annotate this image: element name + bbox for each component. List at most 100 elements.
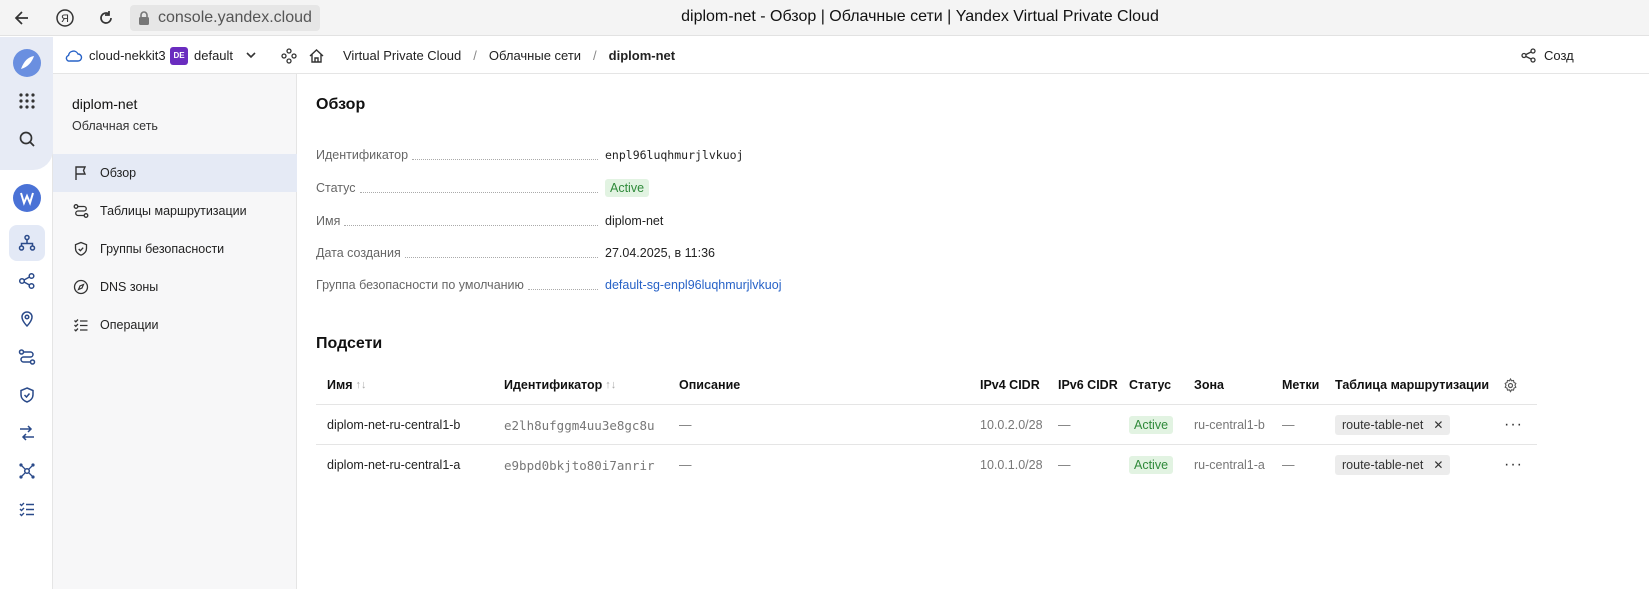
left-rail: [0, 37, 53, 589]
field-value: 27.04.2025, в 11:36: [605, 246, 715, 260]
subnet-ipv4: 10.0.1.0/28: [980, 458, 1043, 472]
field-created: Дата создания 27.04.2025, в 11:36: [316, 243, 1076, 263]
yandex-browser-icon[interactable]: Я: [53, 6, 77, 30]
field-label: Статус: [316, 181, 356, 195]
breadcrumb-separator: /: [473, 48, 477, 63]
column-header-id[interactable]: Идентификатор ↑↓: [504, 376, 616, 394]
subnet-id: e9bpd0bkjto80i7anrir: [504, 457, 655, 473]
search-icon[interactable]: [9, 121, 45, 157]
subnet-description: —: [679, 458, 692, 472]
route-table-chip[interactable]: route-table-net ✕: [1335, 455, 1451, 475]
yandex-cloud-logo-icon[interactable]: [9, 45, 45, 81]
close-icon[interactable]: ✕: [1433, 418, 1443, 432]
services-nodes-icon[interactable]: [281, 37, 297, 74]
share-nodes-icon: [1521, 48, 1536, 63]
status-badge: Active: [605, 179, 650, 197]
security-group-link[interactable]: default-sg-enpl96luqhmurjlvkuoj: [605, 278, 782, 292]
services-grid-icon[interactable]: [9, 83, 45, 119]
cloud-selector[interactable]: cloud-nekkit3: [65, 37, 166, 74]
flag-icon: [72, 164, 90, 182]
column-header-name[interactable]: Имя ↑↓: [327, 376, 367, 394]
column-header-description: Описание: [679, 378, 741, 392]
network-icon[interactable]: [9, 225, 45, 261]
close-icon[interactable]: ✕: [1433, 458, 1443, 472]
arrows-exchange-icon[interactable]: [9, 415, 45, 451]
subnet-zone: ru-central1-b: [1194, 418, 1265, 432]
column-header-ipv6: IPv6 CIDR: [1058, 378, 1118, 392]
cloud-icon: [65, 49, 83, 62]
subnet-ipv6: —: [1058, 458, 1071, 472]
network-title: diplom-net: [72, 96, 138, 112]
reload-icon[interactable]: [94, 6, 118, 30]
subnet-id: e2lh8ufggm4uu3e8gc8u: [504, 417, 655, 433]
location-pin-icon[interactable]: [9, 301, 45, 337]
sidebar-item-label: Обзор: [100, 166, 137, 180]
share-nodes-icon[interactable]: [9, 263, 45, 299]
route-icon[interactable]: [9, 339, 45, 375]
row-actions-menu-icon[interactable]: ···: [1504, 415, 1523, 435]
row-actions-menu-icon[interactable]: ···: [1504, 455, 1523, 475]
url-text: console.yandex.cloud: [158, 9, 312, 26]
column-header-route-table: Таблица маршрутизации: [1335, 378, 1490, 392]
field-label: Группа безопасности по умолчанию: [316, 278, 524, 292]
sort-icon: ↑↓: [355, 379, 367, 391]
field-label: Идентификатор: [316, 148, 409, 162]
browser-toolbar: Я console.yandex.cloud diplom-net - Обзо…: [0, 0, 1649, 36]
create-label: Созд: [1544, 48, 1574, 63]
sidebar-item-route-tables[interactable]: Таблицы маршрутизации: [53, 192, 297, 230]
sidebar-item-dns-zones[interactable]: DNS зоны: [53, 268, 297, 306]
column-header-ipv4: IPv4 CIDR: [980, 378, 1040, 392]
field-label: Дата создания: [316, 246, 401, 260]
home-icon[interactable]: [308, 37, 325, 74]
subnet-ipv6: —: [1058, 418, 1071, 432]
route-icon: [72, 202, 90, 220]
folder-selector[interactable]: DE default: [170, 37, 261, 74]
column-header-zone: Зона: [1194, 378, 1224, 392]
address-bar[interactable]: console.yandex.cloud: [130, 5, 320, 31]
section-title-overview: Обзор: [316, 96, 366, 113]
status-badge: Active: [1129, 415, 1174, 435]
sidebar-item-label: Таблицы маршрутизации: [100, 204, 247, 218]
sidebar-item-label: Операции: [100, 318, 159, 332]
lock-icon: [139, 11, 149, 25]
breadcrumb: Virtual Private Cloud / Облачные сети / …: [343, 37, 675, 74]
sidebar-item-label: Группы безопасности: [100, 242, 225, 256]
list-check-icon: [72, 316, 90, 334]
breadcrumb-vpc[interactable]: Virtual Private Cloud: [343, 48, 461, 63]
field-value[interactable]: enpl96luqhmurjlvkuoj: [605, 148, 743, 162]
create-button[interactable]: Созд: [1521, 37, 1574, 74]
table-divider: [316, 404, 1537, 405]
shield-icon: [72, 240, 90, 258]
field-id: Идентификатор enpl96luqhmurjlvkuoj: [316, 145, 1076, 165]
hub-icon[interactable]: [9, 453, 45, 489]
sidebar-item-security-groups[interactable]: Группы безопасности: [53, 230, 297, 268]
sidebar-item-operations[interactable]: Операции: [53, 306, 297, 344]
tab-title: diplom-net - Обзор | Облачные сети | Yan…: [681, 8, 1159, 25]
field-status: Статус Active: [316, 178, 1076, 198]
chevron-down-icon: [246, 51, 256, 58]
list-check-icon[interactable]: [9, 491, 45, 527]
folder-badge: DE: [170, 46, 188, 65]
field-name: Имя diplom-net: [316, 211, 1076, 231]
breadcrumb-networks[interactable]: Облачные сети: [489, 48, 581, 63]
sidebar-item-overview[interactable]: Обзор: [53, 154, 297, 192]
column-header-status: Статус: [1129, 378, 1172, 392]
field-label: Имя: [316, 214, 341, 228]
subnet-description: —: [679, 418, 692, 432]
back-arrow-icon[interactable]: [10, 6, 34, 30]
network-type: Облачная сеть: [72, 119, 158, 133]
vpc-service-icon[interactable]: [9, 180, 45, 216]
cloud-name: cloud-nekkit3: [89, 48, 166, 63]
subnet-name[interactable]: diplom-net-ru-central1-a: [327, 455, 460, 475]
sort-icon: ↑↓: [605, 379, 617, 391]
svg-text:Я: Я: [61, 13, 69, 25]
table-divider: [316, 444, 1537, 445]
compass-icon: [72, 278, 90, 296]
console-header: cloud-nekkit3 DE default Virtual Private…: [53, 37, 1649, 74]
route-table-chip[interactable]: route-table-net ✕: [1335, 415, 1451, 435]
subnet-name[interactable]: diplom-net-ru-central1-b: [327, 415, 460, 435]
breadcrumb-separator: /: [593, 48, 597, 63]
table-settings-gear-icon[interactable]: [1503, 376, 1518, 394]
shield-icon[interactable]: [9, 377, 45, 413]
field-value: diplom-net: [605, 214, 664, 228]
